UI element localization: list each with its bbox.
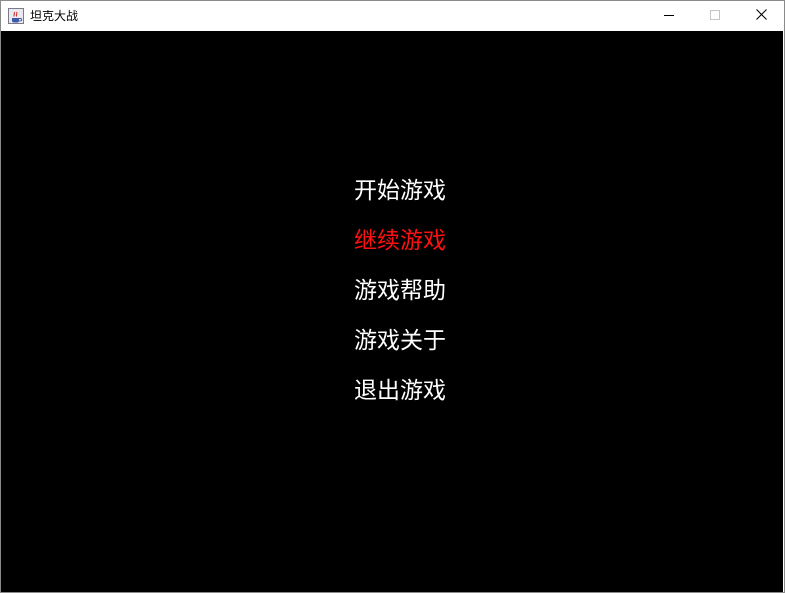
- game-window: 坦克大战 开始游戏 继续游戏 游戏帮助 游戏关于 退出游戏: [0, 0, 785, 593]
- menu-item-continue-game[interactable]: 继续游戏: [354, 226, 474, 276]
- window-title: 坦克大战: [30, 9, 79, 23]
- main-menu: 开始游戏 继续游戏 游戏帮助 游戏关于 退出游戏: [354, 176, 474, 426]
- maximize-icon: [710, 7, 720, 25]
- menu-item-game-help[interactable]: 游戏帮助: [354, 276, 474, 326]
- close-button[interactable]: [738, 1, 784, 31]
- menu-item-game-about[interactable]: 游戏关于: [354, 326, 474, 376]
- maximize-button[interactable]: [692, 1, 738, 31]
- menu-item-start-game[interactable]: 开始游戏: [354, 176, 474, 226]
- game-canvas[interactable]: 开始游戏 继续游戏 游戏帮助 游戏关于 退出游戏: [1, 31, 783, 592]
- title-bar[interactable]: 坦克大战: [1, 1, 784, 31]
- close-icon: [755, 7, 767, 25]
- java-cup-icon: [8, 8, 24, 24]
- minimize-button[interactable]: [646, 1, 692, 31]
- menu-item-exit-game[interactable]: 退出游戏: [354, 376, 474, 426]
- minimize-icon: [664, 7, 674, 25]
